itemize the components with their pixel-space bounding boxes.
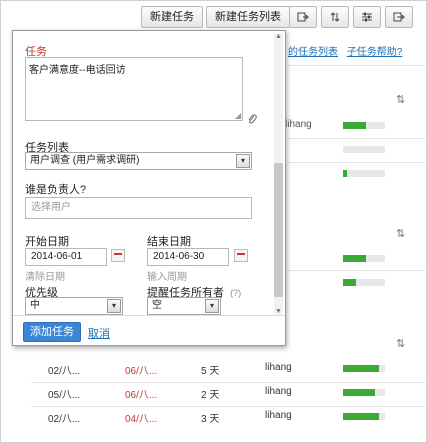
progress-bar: [343, 365, 385, 372]
table-row[interactable]: 02/八... 04/八... 3 天 lihang: [1, 410, 427, 432]
remind-help-icon[interactable]: (?): [230, 288, 241, 298]
priority-value: 中: [30, 300, 40, 311]
divider: [288, 65, 425, 66]
add-task-button[interactable]: 添加任务: [23, 322, 81, 342]
export-icon[interactable]: [385, 6, 413, 28]
start-date-input[interactable]: 2014-06-01: [25, 248, 107, 266]
toolbar-icons: [289, 6, 413, 28]
calendar-icon[interactable]: [234, 249, 248, 262]
divider: [288, 138, 425, 139]
due-date: 06/八...: [125, 390, 158, 401]
row-owner: lihang: [285, 119, 312, 130]
filter-settings-icon[interactable]: [353, 6, 381, 28]
divider: [288, 162, 425, 163]
duration: 3 天: [201, 414, 220, 425]
sort-toggle-icon[interactable]: ⇅: [396, 93, 405, 106]
start-date-label: 开始日期: [25, 236, 69, 248]
task-list-value: 用户调查 (用户需求调研): [30, 155, 140, 166]
progress-fill: [343, 413, 379, 420]
progress-fill: [343, 365, 379, 372]
progress-bar: [343, 146, 385, 153]
duration: 5 天: [201, 366, 220, 377]
divider: [31, 382, 425, 383]
import-icon[interactable]: [289, 6, 317, 28]
row-owner: lihang: [265, 410, 292, 421]
progress-fill: [343, 255, 367, 262]
start-date: 02/八...: [48, 414, 81, 425]
calendar-icon[interactable]: [111, 249, 125, 262]
progress-fill: [343, 170, 348, 177]
progress-bar: [343, 122, 385, 129]
attachment-icon[interactable]: [247, 113, 257, 128]
new-task-dialog: 任务 客户满意度--电话回访 ◢ 任务列表 用户调查 (用户需求调研) ▾ 谁是…: [12, 30, 286, 346]
start-date: 05/八...: [48, 390, 81, 401]
chevron-down-icon[interactable]: ▾: [205, 299, 219, 313]
scroll-up-icon[interactable]: ▲: [275, 33, 282, 40]
new-task-list-button[interactable]: 新建任务列表: [206, 6, 290, 28]
dialog-footer: 添加任务 取消: [13, 315, 285, 345]
clear-date-link[interactable]: 清除日期: [25, 268, 65, 283]
progress-bar: [343, 279, 385, 286]
sort-icon[interactable]: [321, 6, 349, 28]
scrollbar-thumb[interactable]: [274, 163, 283, 297]
table-row[interactable]: 05/八... 06/八... 2 天 lihang: [1, 386, 427, 408]
row-owner: lihang: [265, 386, 292, 397]
due-date: 06/八...: [125, 366, 158, 377]
top-links: 的任务列表 子任务帮助?: [288, 43, 408, 58]
chevron-down-icon[interactable]: ▾: [107, 299, 121, 313]
due-date: 04/八...: [125, 414, 158, 425]
task-list-select[interactable]: 用户调查 (用户需求调研) ▾: [25, 152, 252, 170]
progress-bar: [343, 170, 385, 177]
cancel-link[interactable]: 取消: [88, 325, 110, 341]
scroll-down-icon[interactable]: ▼: [275, 308, 282, 315]
task-name-textarea[interactable]: 客户满意度--电话回访: [25, 57, 243, 121]
end-date-label: 结束日期: [147, 236, 191, 248]
progress-fill: [343, 389, 375, 396]
row-owner: lihang: [265, 362, 292, 373]
sort-toggle-icon[interactable]: ⇅: [396, 337, 405, 350]
dialog-form: 任务 客户满意度--电话回访 ◢ 任务列表 用户调查 (用户需求调研) ▾ 谁是…: [13, 31, 285, 315]
owner-input[interactable]: 选择用户: [25, 197, 252, 219]
resize-handle-icon[interactable]: ◢: [235, 111, 241, 120]
progress-bar: [343, 389, 385, 396]
chevron-down-icon[interactable]: ▾: [236, 154, 250, 168]
toolbar: 新建任务 新建任务列表: [141, 6, 290, 28]
progress-bar: [343, 255, 385, 262]
task-list-link[interactable]: 的任务列表: [288, 47, 338, 58]
progress-bar: [343, 413, 385, 420]
priority-select[interactable]: 中 ▾: [25, 297, 123, 315]
divider: [31, 406, 425, 407]
table-row[interactable]: 02/八... 06/八... 5 天 lihang: [1, 362, 427, 384]
owner-label: 谁是负责人?: [25, 184, 87, 196]
duration: 2 天: [201, 390, 220, 401]
progress-fill: [343, 122, 367, 129]
remind-owner-select[interactable]: 空 ▾: [147, 297, 221, 315]
new-task-button[interactable]: 新建任务: [141, 6, 203, 28]
enter-period-link[interactable]: 输入周期: [147, 268, 187, 283]
start-date: 02/八...: [48, 366, 81, 377]
dialog-scrollbar[interactable]: ▲ ▼: [274, 33, 283, 315]
remind-owner-value: 空: [152, 300, 162, 311]
divider: [288, 270, 425, 271]
sort-toggle-icon[interactable]: ⇅: [396, 227, 405, 240]
subtask-help-link[interactable]: 子任务帮助?: [347, 47, 403, 58]
progress-fill: [343, 279, 356, 286]
end-date-input[interactable]: 2014-06-30: [147, 248, 229, 266]
